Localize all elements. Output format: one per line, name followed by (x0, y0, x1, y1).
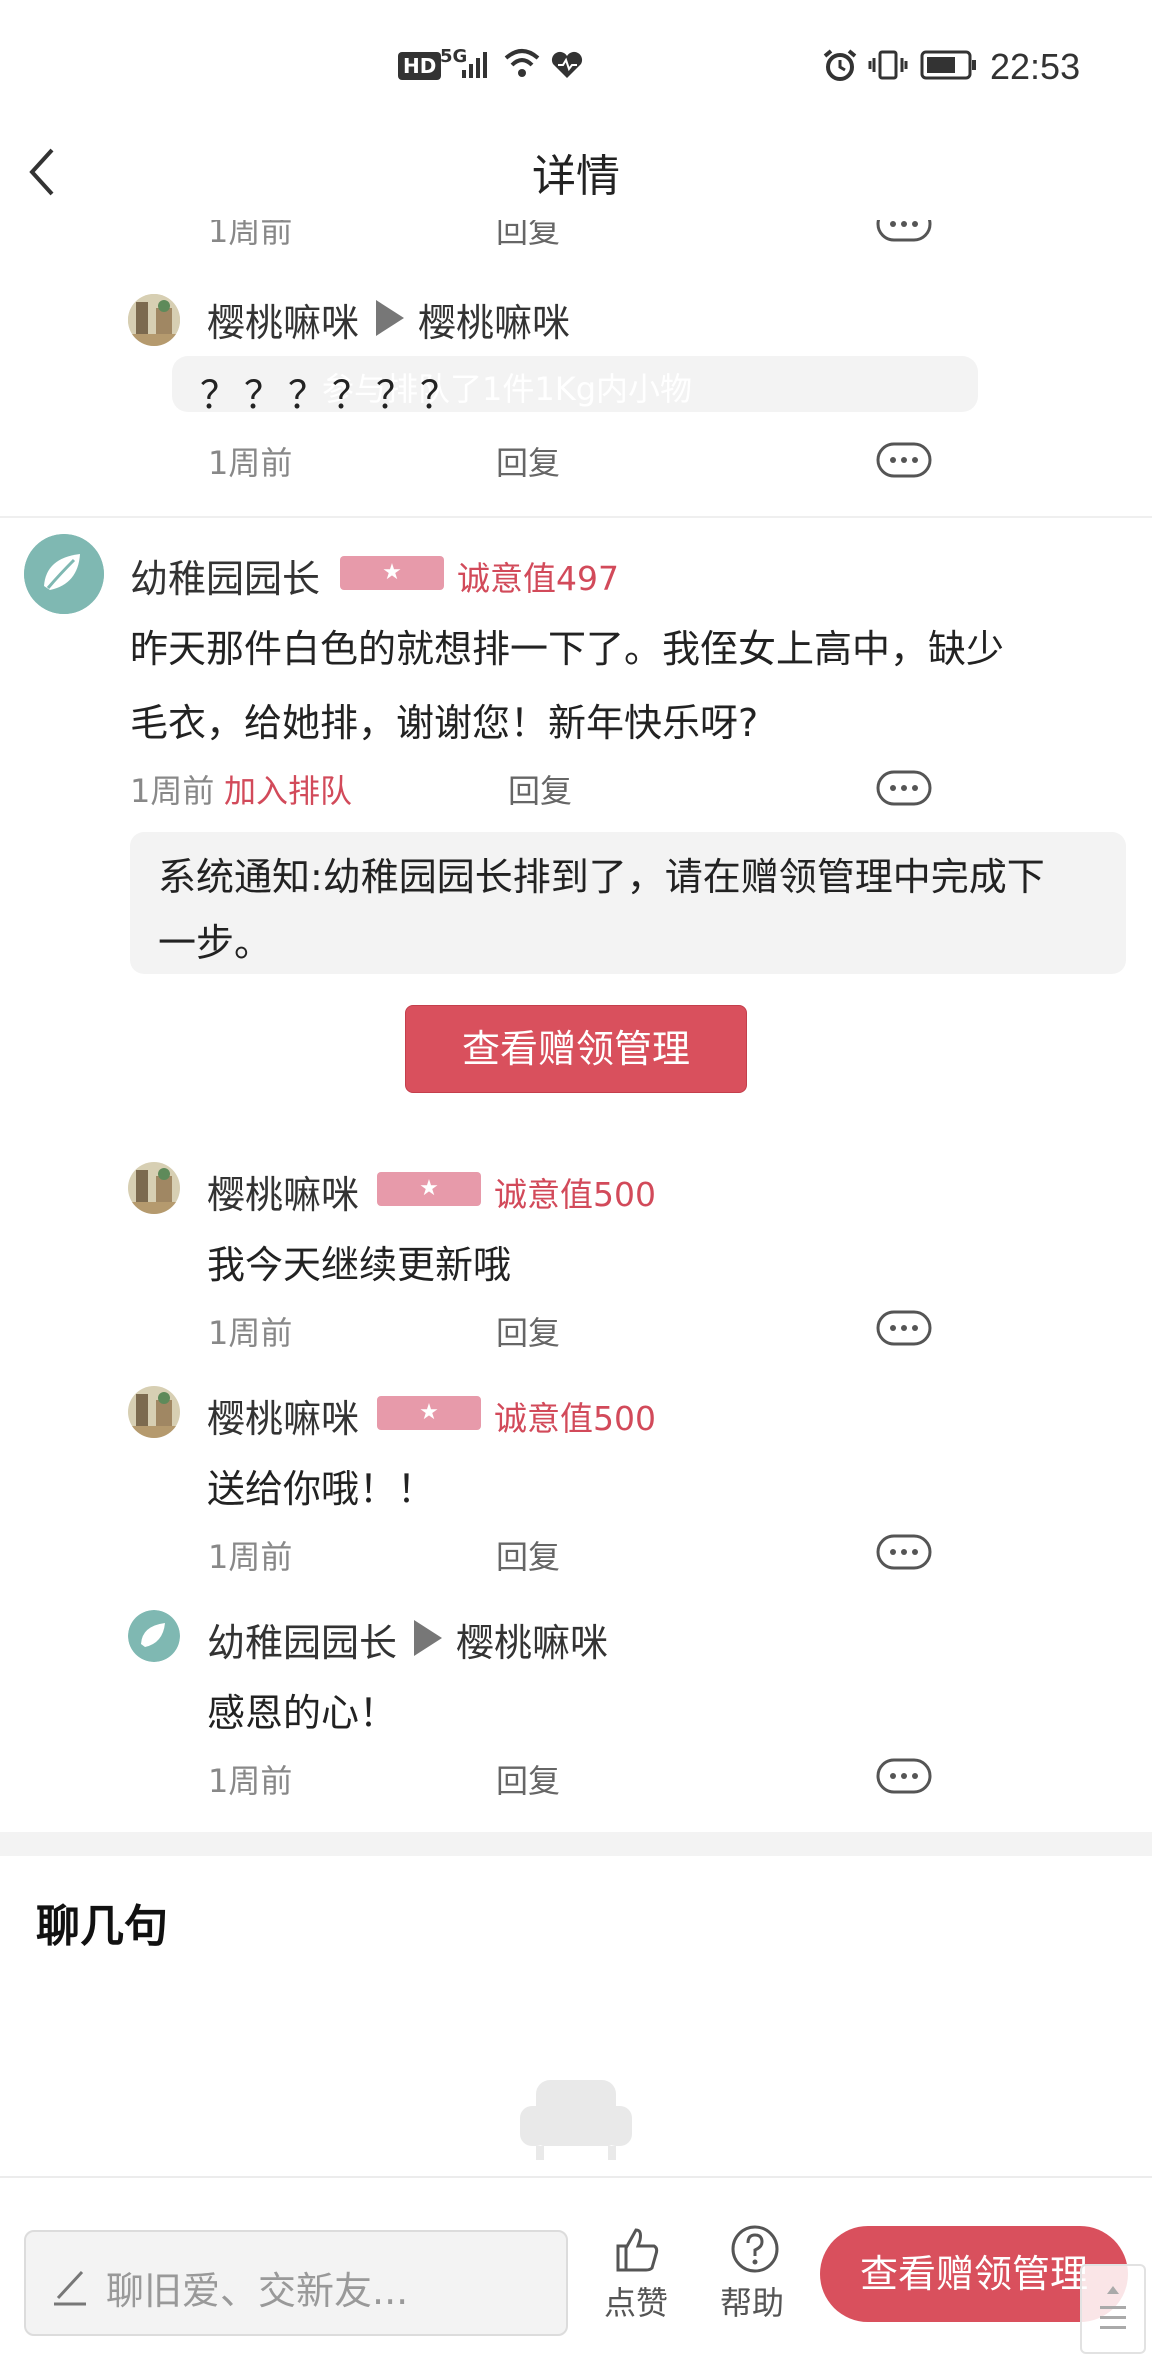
reply-author[interactable]: 樱桃嘛咪 (207, 1388, 359, 1443)
more-options-icon[interactable] (876, 1310, 932, 1346)
avatar[interactable] (128, 294, 180, 346)
reply-time: 1周前 (208, 444, 293, 482)
reply-time: 1周前 (208, 1314, 293, 1352)
page-title: 详情 (532, 151, 620, 202)
section-separator (0, 1832, 1152, 1856)
chat-section-title: 聊几句 (36, 1901, 168, 1952)
comment-input[interactable]: 聊旧爱、交新友... (24, 2230, 568, 2336)
avatar[interactable] (24, 534, 104, 614)
alarm-icon (823, 49, 857, 81)
comment-text-line1: 昨天那件白色的就想排一下了。我侄女上高中，缺少 (130, 627, 1005, 671)
reply-text: ？？？？？？ (200, 373, 465, 417)
wifi-icon (504, 49, 540, 77)
avatar[interactable] (128, 1610, 180, 1662)
reply-link[interactable]: 回复 (496, 1532, 560, 1578)
cherry-avatar-image (128, 1386, 180, 1438)
reply-author[interactable]: 樱桃嘛咪 (207, 1164, 359, 1219)
divider (0, 516, 1152, 518)
reply-from-name[interactable]: 幼稚园园长 (207, 1612, 397, 1667)
partial-row: 1周前 回复 (0, 220, 1152, 252)
cherry-avatar-image (128, 1162, 180, 1214)
scroll-top-button[interactable] (1080, 2264, 1146, 2354)
pencil-icon (54, 2270, 86, 2306)
leaf-avatar-image (24, 534, 104, 614)
like-thumb-icon[interactable] (612, 2224, 662, 2274)
sincere-value: 诚意值497 (457, 559, 619, 598)
battery-icon (920, 50, 976, 80)
reply-text: 送给你哦！！ (207, 1467, 436, 1511)
reply-link[interactable]: 回复 (496, 438, 560, 484)
bottom-bar: 聊旧爱、交新友... 点赞 帮助 查看赠领管理 (0, 2176, 1152, 2376)
vibrate-icon (868, 50, 908, 80)
leaf-avatar-image (128, 1610, 180, 1662)
level-badge: ★ (377, 1396, 481, 1430)
more-options-icon[interactable] (876, 442, 932, 478)
reply-link[interactable]: 回复 (496, 1308, 560, 1354)
reply-from-name[interactable]: 樱桃嘛咪 (207, 292, 359, 347)
scroll-top-icon (1100, 2286, 1126, 2329)
sincere-value: 诚意值500 (494, 1399, 656, 1438)
reply-arrow-icon (414, 1620, 442, 1656)
reply-arrow-icon (376, 300, 404, 336)
partial-time: 1周前 (208, 220, 293, 250)
more-options-icon[interactable] (876, 770, 932, 806)
level-badge: ★ (377, 1172, 481, 1206)
avatar[interactable] (128, 1386, 180, 1438)
heart-icon (551, 51, 583, 78)
top-header: 详情 (0, 130, 1152, 230)
cherry-avatar-image (128, 294, 180, 346)
comment-input-placeholder: 聊旧爱、交新友... (106, 2269, 409, 2313)
hd-indicator: HD (398, 52, 442, 80)
comment-time: 1周前 (130, 772, 215, 810)
system-notice-line1: 系统通知:幼稚园园长排到了，请在赠领管理中完成下 (158, 855, 1045, 899)
like-label[interactable]: 点赞 (604, 2278, 668, 2324)
view-gift-management-button[interactable]: 查看赠领管理 (405, 1005, 747, 1093)
help-label[interactable]: 帮助 (720, 2278, 784, 2324)
signal-icon (462, 52, 487, 78)
reply-to-name[interactable]: 樱桃嘛咪 (418, 292, 570, 347)
reply-text: 我今天继续更新哦 (207, 1243, 512, 1287)
sofa-empty-icon (520, 2080, 632, 2160)
clock-time: 22:53 (990, 46, 1081, 87)
reply-to-name[interactable]: 樱桃嘛咪 (456, 1612, 608, 1667)
more-options-icon[interactable] (876, 1534, 932, 1570)
system-notice-line2: 一步。 (158, 921, 273, 965)
status-bar: HD 5G 22:53 (0, 0, 1152, 130)
system-notice: 系统通知:幼稚园园长排到了，请在赠领管理中完成下 一步。 (130, 832, 1126, 974)
comment-text-line2: 毛衣，给她排，谢谢您！新年快乐呀? (130, 701, 759, 745)
more-options-icon[interactable] (876, 1758, 932, 1794)
reply-link[interactable]: 回复 (508, 766, 572, 812)
reply-link[interactable]: 回复 (496, 1756, 560, 1802)
partial-reply-link[interactable]: 回复 (496, 220, 560, 252)
comment-author[interactable]: 幼稚园园长 (130, 548, 320, 603)
level-badge: ★ (340, 556, 444, 590)
sincere-value: 诚意值500 (494, 1175, 656, 1214)
more-options-icon[interactable] (876, 220, 932, 242)
reply-time: 1周前 (208, 1762, 293, 1800)
join-queue-link[interactable]: 加入排队 (224, 766, 352, 812)
avatar[interactable] (128, 1162, 180, 1214)
reply-text: 感恩的心！ (207, 1691, 398, 1735)
reply-time: 1周前 (208, 1538, 293, 1576)
help-question-icon[interactable] (730, 2224, 780, 2274)
